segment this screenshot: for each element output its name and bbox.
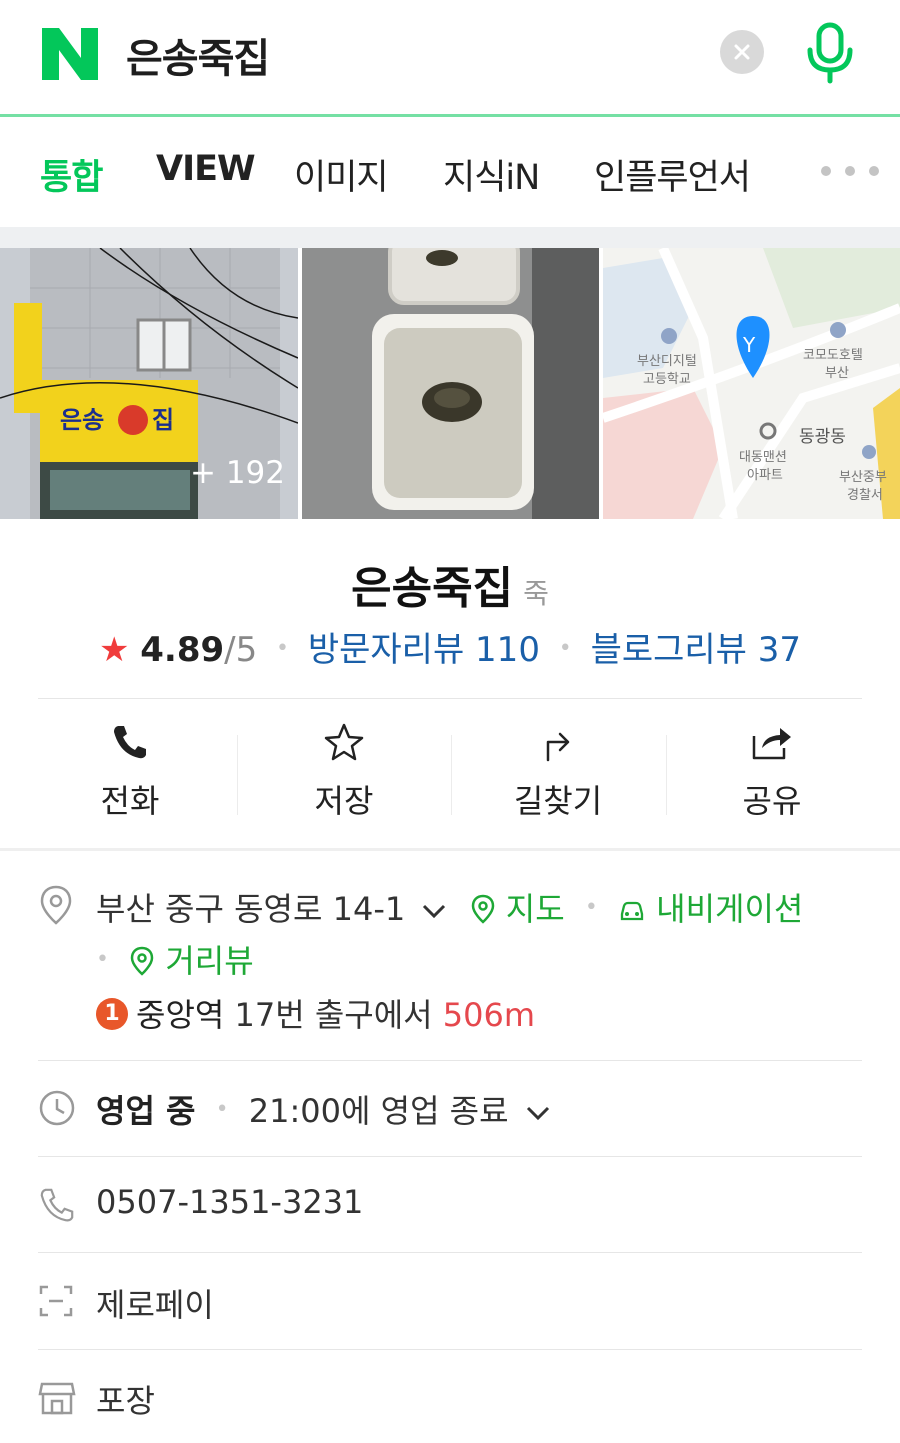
close-icon	[734, 44, 750, 60]
action-separator	[666, 735, 667, 815]
svg-text:Y: Y	[742, 333, 756, 357]
star-icon: ★	[98, 630, 130, 670]
directions-label: 길찾기	[513, 782, 603, 820]
place-category: 죽	[523, 577, 549, 610]
divider	[38, 1060, 862, 1061]
subway-line: 1 중앙역 17번 출구에서 506m	[96, 990, 535, 1036]
map-label: 부산중부	[839, 470, 887, 485]
search-tabs: 통합 VIEW 이미지 지식iN 인플루언서	[0, 117, 900, 227]
subway-line-badge: 1	[96, 998, 128, 1030]
location-pin-icon	[40, 885, 72, 925]
map-label: 고등학교	[643, 372, 691, 387]
open-status: 영업 중	[96, 1092, 196, 1130]
tab-integrated[interactable]: 통합	[40, 149, 103, 200]
tab-view[interactable]: VIEW	[156, 149, 256, 189]
divider	[38, 1252, 862, 1253]
rating-max: /5	[224, 630, 258, 670]
tab-images[interactable]: 이미지	[294, 149, 389, 200]
section-gap	[0, 227, 900, 248]
phone-icon	[114, 726, 146, 759]
map-label: 대동맨션	[739, 450, 787, 465]
divider	[38, 1156, 862, 1157]
svg-text:은송: 은송	[60, 406, 104, 434]
action-separator	[451, 735, 452, 815]
storefront-photo[interactable]: 은송 집 + 192	[0, 248, 298, 519]
call-label: 전화	[100, 782, 160, 820]
separator-dot: •	[584, 895, 598, 920]
rating-score: 4.89	[140, 630, 225, 670]
street-view-pin-icon	[130, 946, 154, 976]
section-gap	[0, 848, 900, 851]
separator-dot: •	[96, 947, 109, 972]
action-separator	[237, 735, 238, 815]
more-tabs-icon[interactable]	[820, 165, 880, 177]
map-label: 부산	[825, 366, 849, 381]
map-pin-icon	[471, 894, 494, 924]
save-button[interactable]: 저장	[254, 722, 434, 822]
street-view-link[interactable]: 거리뷰	[165, 942, 253, 980]
naver-logo-icon[interactable]	[42, 28, 98, 80]
map-label: 동광동	[799, 427, 846, 447]
separator-dot: •	[215, 1097, 229, 1122]
map-link[interactable]: 지도	[506, 890, 565, 928]
chevron-down-icon[interactable]	[421, 902, 447, 920]
share-icon	[752, 728, 791, 760]
directions-icon	[546, 732, 570, 762]
chevron-down-icon[interactable]	[525, 1104, 551, 1122]
closing-time: 21:00에 영업 종료	[248, 1092, 509, 1130]
store-icon	[38, 1382, 76, 1415]
save-label: 저장	[314, 782, 374, 820]
scan-icon	[39, 1285, 73, 1317]
divider	[38, 1349, 862, 1350]
zero-pay: 제로페이	[96, 1286, 214, 1324]
phone-outline-icon	[40, 1188, 74, 1222]
station-exit: 17번 출구에서	[234, 996, 433, 1034]
search-header: 은송죽집	[0, 0, 900, 114]
address-line: 부산 중구 동영로 14-1 지도 • 내비게이션	[96, 884, 803, 930]
takeout: 포장	[96, 1382, 155, 1420]
place-title[interactable]: 은송죽집 죽	[0, 552, 900, 616]
car-icon	[620, 901, 644, 921]
divider	[38, 698, 862, 699]
separator-dot: •	[558, 636, 572, 661]
visitor-reviews-link[interactable]: 방문자리뷰 110	[308, 630, 540, 670]
tab-influencer[interactable]: 인플루언서	[594, 149, 751, 200]
separator-dot: •	[276, 636, 290, 661]
share-button[interactable]: 공유	[682, 722, 862, 822]
station-name: 중앙역	[136, 996, 225, 1034]
clock-icon	[39, 1090, 75, 1126]
map-label: 코모도호텔	[803, 348, 863, 363]
share-label: 공유	[742, 782, 802, 820]
photo-count: + 192	[190, 455, 285, 491]
phone-number[interactable]: 0507-1351-3231	[96, 1183, 363, 1221]
map-label: 부산디지털	[637, 354, 697, 369]
food-photo[interactable]	[302, 248, 599, 519]
tab-knowledge-in[interactable]: 지식iN	[443, 149, 540, 200]
porridge-image	[302, 248, 599, 519]
svg-text:집: 집	[152, 406, 174, 434]
search-input[interactable]: 은송죽집	[126, 26, 270, 84]
map-thumbnail[interactable]: Y 부산디지털 고등학교 코모도호텔 부산 동광동 대동맨션 아파트 부산중부 …	[603, 248, 900, 519]
rating-line: ★ 4.89/5 • 방문자리뷰 110 • 블로그리뷰 37	[0, 622, 900, 671]
map-label: 경찰서	[847, 488, 883, 503]
navigation-link[interactable]: 내비게이션	[656, 890, 803, 928]
station-distance: 506m	[442, 996, 536, 1034]
address-text[interactable]: 부산 중구 동영로 14-1	[96, 890, 405, 928]
clear-search-button[interactable]	[720, 30, 764, 74]
street-view-line: • 거리뷰	[96, 936, 254, 982]
hours-line[interactable]: 영업 중 • 21:00에 영업 종료	[96, 1086, 551, 1132]
blog-reviews-link[interactable]: 블로그리뷰 37	[591, 630, 801, 670]
microphone-icon[interactable]	[804, 22, 856, 84]
place-name[interactable]: 은송죽집	[351, 563, 513, 614]
call-button[interactable]: 전화	[40, 722, 220, 822]
map-label: 아파트	[747, 468, 783, 483]
directions-button[interactable]: 길찾기	[468, 722, 648, 822]
star-outline-icon	[324, 723, 364, 761]
